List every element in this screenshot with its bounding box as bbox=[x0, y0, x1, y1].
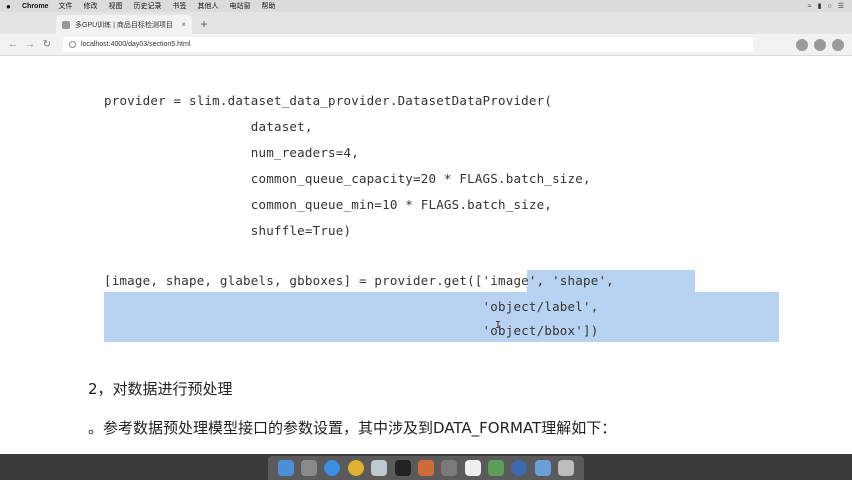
dock bbox=[0, 454, 852, 480]
code-line: 'object/label', bbox=[104, 299, 599, 314]
code-line: common_queue_capacity=20 * FLAGS.batch_s… bbox=[104, 171, 591, 186]
menu-list-icon[interactable]: ☰ bbox=[838, 2, 844, 10]
back-arrow-icon[interactable]: ← bbox=[6, 38, 20, 52]
address-bar[interactable]: localhost:4000/day03/section5.html bbox=[63, 37, 753, 52]
code-line: shuffle=True) bbox=[104, 223, 352, 238]
textedit-icon[interactable] bbox=[464, 460, 481, 476]
safari-icon[interactable] bbox=[324, 460, 341, 476]
code-line: common_queue_min=10 * FLAGS.batch_size, bbox=[104, 197, 553, 212]
extension-icon[interactable] bbox=[814, 38, 826, 51]
trash-icon[interactable] bbox=[558, 460, 575, 476]
favicon-icon bbox=[62, 20, 70, 29]
menu-bookmarks[interactable]: 书签 bbox=[172, 1, 186, 11]
forward-arrow-icon[interactable]: → bbox=[23, 38, 37, 52]
chrome-icon[interactable] bbox=[347, 460, 364, 476]
launchpad-icon[interactable] bbox=[301, 460, 318, 476]
app-icon[interactable] bbox=[488, 460, 505, 476]
menu-help[interactable]: 帮助 bbox=[261, 1, 275, 11]
code-line: 'object/bbox']) bbox=[104, 323, 599, 338]
profile-avatar-icon[interactable] bbox=[832, 38, 844, 51]
section-heading: 2，对数据进行预处理 bbox=[88, 380, 233, 398]
terminal-icon[interactable] bbox=[394, 460, 411, 476]
folder-icon[interactable] bbox=[534, 460, 551, 476]
close-tab-icon[interactable]: × bbox=[181, 20, 186, 29]
menu-view[interactable]: 视图 bbox=[108, 1, 122, 11]
extensions-area bbox=[796, 38, 852, 51]
section-paragraph: 。参考数据预处理模型接口的参数设置，其中涉及到DATA_FORMAT理解如下： bbox=[88, 419, 617, 437]
battery-icon[interactable]: ▮ bbox=[818, 2, 822, 10]
code-line: provider = slim.dataset_data_provider.Da… bbox=[104, 93, 553, 108]
menu-file[interactable]: 文件 bbox=[58, 1, 72, 11]
code-line: num_readers=4, bbox=[104, 145, 359, 160]
app-icon[interactable] bbox=[511, 460, 528, 476]
page-content: provider = slim.dataset_data_provider.Da… bbox=[0, 56, 852, 454]
url-text: localhost:4000/day03/section5.html bbox=[81, 41, 191, 48]
apple-menu-icon[interactable]: ● bbox=[6, 2, 14, 11]
code-line: dataset, bbox=[104, 119, 313, 134]
dock-shelf bbox=[268, 456, 584, 480]
finder-icon[interactable] bbox=[277, 460, 294, 476]
wifi-icon[interactable]: ≈ bbox=[808, 3, 812, 10]
menu-edit[interactable]: 修改 bbox=[83, 1, 97, 11]
site-info-icon[interactable] bbox=[69, 41, 76, 48]
search-icon[interactable]: ○ bbox=[827, 3, 831, 10]
browser-tab-active[interactable]: 多GPU训练 | 商品目标检测项目 × bbox=[56, 15, 192, 34]
app-icon[interactable] bbox=[441, 460, 458, 476]
tab-strip: 多GPU训练 | 商品目标检测项目 × + bbox=[0, 12, 852, 34]
new-tab-button[interactable]: + bbox=[197, 17, 211, 31]
menu-window[interactable]: 电站窗 bbox=[229, 1, 250, 11]
extension-icon[interactable] bbox=[796, 38, 808, 51]
app-icon[interactable] bbox=[417, 460, 434, 476]
app-menu-chrome[interactable]: Chrome bbox=[22, 3, 48, 10]
tab-title: 多GPU训练 | 商品目标检测项目 bbox=[75, 21, 173, 29]
preview-icon[interactable] bbox=[371, 460, 388, 476]
menu-history[interactable]: 历史记录 bbox=[133, 1, 161, 11]
text-cursor-icon: I bbox=[495, 320, 502, 331]
menu-people[interactable]: 其他人 bbox=[197, 1, 218, 11]
reload-icon[interactable]: ↻ bbox=[40, 38, 54, 52]
status-tray: ≈ ▮ ○ ☰ bbox=[808, 2, 852, 11]
menu-bar: ● Chrome 文件 修改 视图 历史记录 书签 其他人 电站窗 帮助 ≈ ▮… bbox=[0, 0, 852, 12]
code-line: [image, shape, glabels, gbboxes] = provi… bbox=[104, 273, 614, 288]
browser-toolbar: ← → ↻ localhost:4000/day03/section5.html bbox=[0, 34, 852, 56]
